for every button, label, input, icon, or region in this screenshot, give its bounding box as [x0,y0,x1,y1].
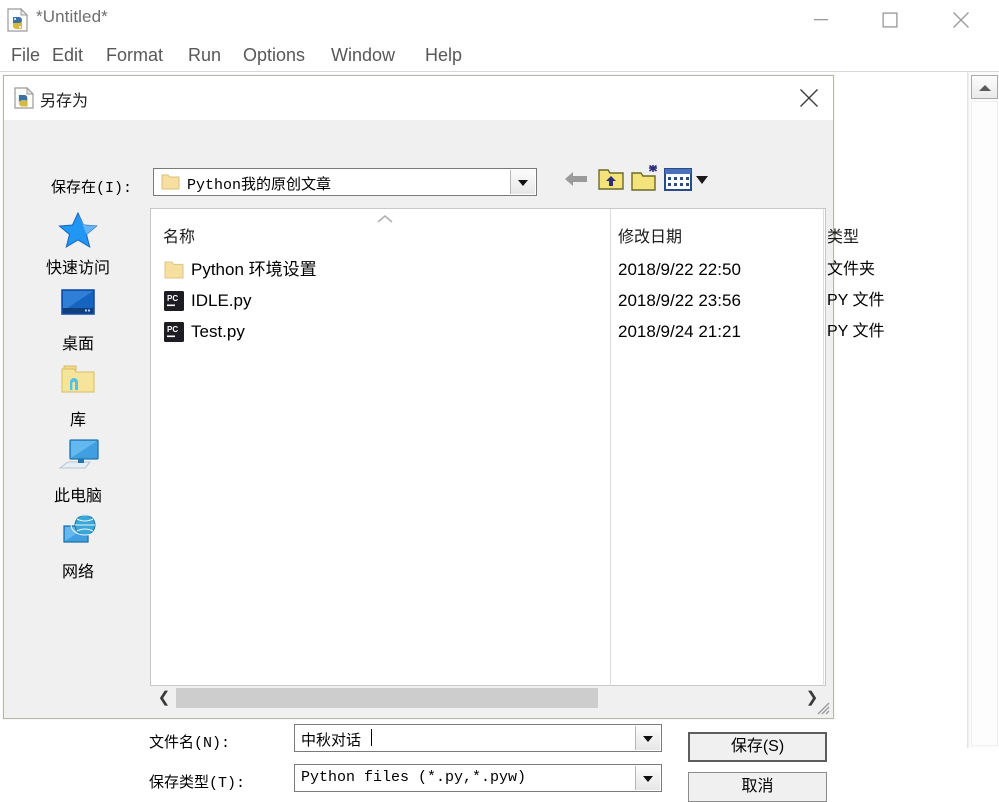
back-button[interactable] [561,162,595,196]
sidebar-item-this-pc[interactable]: 此电脑 [12,436,144,506]
menu-file[interactable]: File [6,41,45,72]
file-type-select[interactable]: Python files (*.py,*.pyw) [294,764,662,792]
dialog-close-button[interactable] [784,76,833,120]
menu-options[interactable]: Options [238,41,310,72]
menu-window[interactable]: Window [326,41,400,72]
sidebar-item-quick-access[interactable]: 快速访问 [12,208,144,278]
dialog-title-bar: 另存为 [4,76,833,120]
file-name: Test.py [191,322,245,341]
look-in-value: Python我的原创文章 [187,177,332,194]
python-idle-document-icon [14,86,35,109]
look-in-combobox[interactable]: Python我的原创文章 [153,168,537,196]
file-type: PY 文件 [827,323,885,340]
svg-text:PC: PC [167,325,178,334]
file-rows: Python 环境设置 2018/9/22 22:50 文件夹 PC IDLE.… [151,255,885,348]
chevron-down-icon[interactable] [635,766,660,790]
menu-help[interactable]: Help [420,41,467,72]
cancel-button[interactable]: 取消 [688,772,827,802]
column-header-row: 名称 修改日期 类型 [151,225,859,255]
file-type-value: Python files (*.py,*.pyw) [301,769,527,786]
library-icon [52,360,104,404]
desktop-icon [52,284,104,328]
save-button[interactable]: 保存(S) [688,732,827,762]
dialog-title: 另存为 [40,93,89,110]
column-header-type[interactable]: 类型 [827,225,877,255]
column-header-name[interactable]: 名称 [163,225,603,255]
scroll-up-button[interactable] [971,75,998,99]
file-list[interactable]: 名称 修改日期 类型 Python 环境设置 2018/9/22 22:50 文… [150,208,885,687]
idle-title-bar: *Untitled* [0,0,999,40]
sidebar-item-label: 网络 [61,564,94,581]
idle-window-title: *Untitled* [36,7,108,26]
new-folder-button[interactable] [628,162,662,196]
file-type: PY 文件 [827,292,885,309]
star-icon [52,208,104,252]
idle-vertical-scrollbar[interactable] [968,72,999,748]
sidebar-item-library[interactable]: 库 [12,360,144,430]
places-sidebar: 快速访问 桌面 库 此电脑 网络 [12,208,144,686]
views-button[interactable] [662,162,714,196]
file-name: Python 环境设置 [191,260,317,279]
folder-icon [163,259,185,281]
svg-text:PC: PC [167,294,178,303]
menu-bar-divider [0,71,999,72]
file-type: 文件夹 [827,261,876,278]
sidebar-item-label: 库 [69,412,86,429]
up-folder-button[interactable] [594,162,628,196]
column-header-date[interactable]: 修改日期 [618,225,813,255]
folder-icon [161,173,180,190]
file-date: 2018/9/22 23:56 [618,291,741,310]
sidebar-item-label: 桌面 [61,336,94,353]
chevron-down-icon[interactable] [635,726,660,750]
file-name-value: 中秋对话 [301,733,362,750]
sort-ascending-chevron-icon [375,212,395,224]
sidebar-item-network[interactable]: 网络 [12,512,144,582]
sidebar-item-label: 此电脑 [53,488,102,505]
menu-edit[interactable]: Edit [47,41,88,72]
resize-grip-icon[interactable] [815,700,831,716]
save-as-dialog: 另存为 保存在(I): Python我的原创文章 快速访问 桌面 库 此电脑 网… [3,75,885,802]
table-row[interactable]: PC IDLE.py 2018/9/22 23:56 PY 文件 [151,286,885,317]
file-type-label: 保存类型(T): [149,775,246,792]
chevron-left-icon[interactable]: ❮ [154,686,174,710]
table-row[interactable]: Python 环境设置 2018/9/22 22:50 文件夹 [151,255,875,286]
file-date: 2018/9/24 21:21 [618,322,741,341]
file-date: 2018/9/22 22:50 [618,260,741,279]
python-idle-document-icon [7,7,29,32]
menu-run[interactable]: Run [183,41,226,72]
scrollbar-track[interactable] [971,101,998,746]
pycharm-file-icon: PC [163,290,185,312]
sidebar-item-label: 快速访问 [45,260,110,277]
idle-menu-bar: File Edit Format Run Options Window Help [0,41,999,72]
menu-format[interactable]: Format [101,41,168,72]
chevron-down-icon[interactable] [510,170,535,194]
computer-icon [52,436,104,480]
maximize-button[interactable] [867,0,913,40]
scrollbar-track[interactable] [174,688,802,708]
text-caret [371,729,372,746]
file-list-horizontal-scrollbar[interactable]: ❮ ❯ [150,686,826,710]
scrollbar-thumb[interactable] [176,688,598,708]
network-icon [52,512,104,556]
dialog-body: 保存在(I): Python我的原创文章 快速访问 桌面 库 此电脑 网络 名称… [4,120,885,802]
file-name-label: 文件名(N): [149,735,231,752]
close-button[interactable] [938,0,984,40]
minimize-button[interactable] [798,0,844,40]
look-in-label: 保存在(I): [51,180,133,197]
sidebar-item-desktop[interactable]: 桌面 [12,284,144,354]
table-row[interactable]: PC Test.py 2018/9/24 21:21 PY 文件 [151,317,885,348]
file-name: IDLE.py [191,291,252,310]
pycharm-file-icon: PC [163,321,185,343]
